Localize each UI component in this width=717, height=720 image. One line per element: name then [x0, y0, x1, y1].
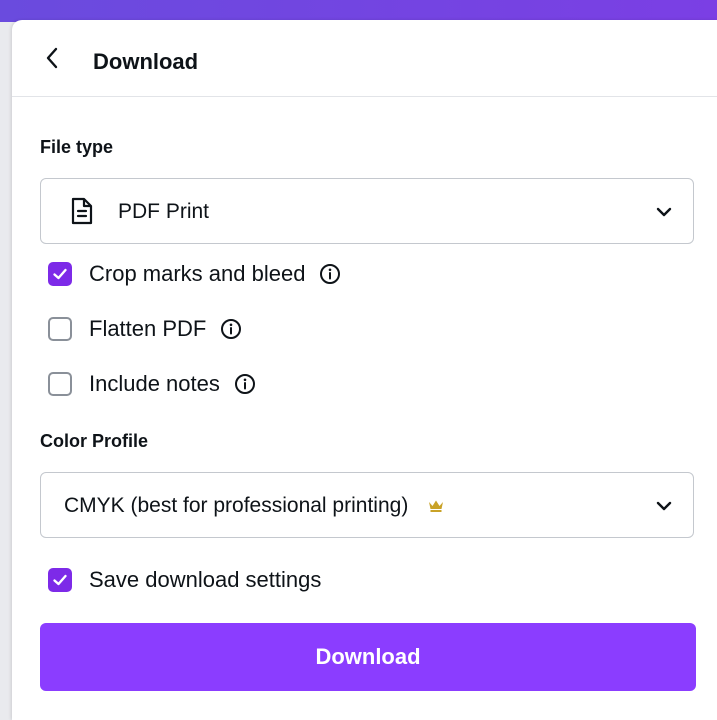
- document-icon: [71, 197, 93, 225]
- chevron-down-icon: [656, 501, 672, 511]
- option-crop-marks: Crop marks and bleed: [48, 260, 341, 288]
- option-include-notes: Include notes: [48, 370, 256, 398]
- file-type-value: PDF Print: [118, 200, 210, 223]
- panel-title: Download: [93, 49, 199, 74]
- crop-marks-label: Crop marks and bleed: [89, 261, 306, 286]
- save-settings-label: Save download settings: [89, 567, 322, 592]
- save-settings-checkbox[interactable]: [48, 568, 72, 592]
- checkmark-icon: [53, 574, 67, 586]
- color-profile-value: CMYK (best for professional printing): [64, 494, 444, 518]
- flatten-pdf-label: Flatten PDF: [89, 316, 207, 341]
- info-icon[interactable]: [220, 318, 242, 340]
- include-notes-label: Include notes: [89, 371, 220, 396]
- color-profile-select[interactable]: CMYK (best for professional printing): [40, 472, 694, 538]
- option-save-settings: Save download settings: [48, 566, 321, 594]
- crown-icon: [429, 500, 444, 513]
- info-icon[interactable]: [234, 373, 256, 395]
- flatten-pdf-checkbox[interactable]: [48, 317, 72, 341]
- download-button[interactable]: Download: [40, 623, 696, 691]
- file-type-label: File type: [40, 137, 114, 157]
- chevron-left-icon: [46, 47, 58, 69]
- include-notes-checkbox[interactable]: [48, 372, 72, 396]
- chevron-down-icon: [656, 207, 672, 217]
- color-profile-text: CMYK (best for professional printing): [64, 494, 409, 517]
- download-panel: Download File type PDF Print Crop marks …: [12, 20, 717, 720]
- file-type-select[interactable]: PDF Print: [40, 178, 694, 244]
- option-flatten-pdf: Flatten PDF: [48, 315, 242, 343]
- panel-header: Download: [12, 20, 717, 97]
- back-button[interactable]: [40, 46, 64, 70]
- color-profile-label: Color Profile: [40, 431, 149, 451]
- checkmark-icon: [53, 268, 67, 280]
- info-icon[interactable]: [319, 263, 341, 285]
- crop-marks-checkbox[interactable]: [48, 262, 72, 286]
- top-bar: [0, 0, 717, 22]
